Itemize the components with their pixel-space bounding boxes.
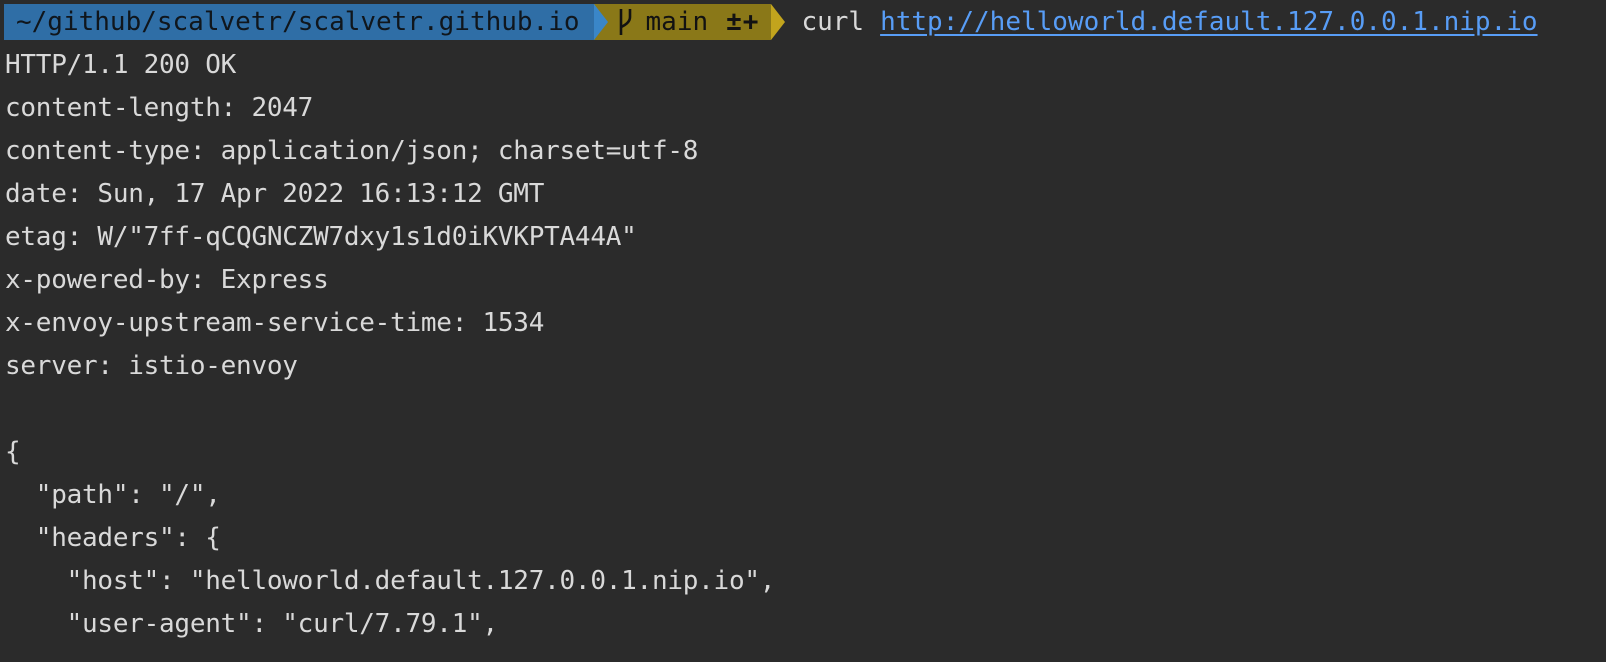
segment-separator-arrow bbox=[771, 4, 786, 40]
command-name: curl bbox=[801, 7, 865, 37]
git-status-flags: ±+ bbox=[726, 7, 760, 37]
shell-prompt: ~/github/scalvetr/scalvetr.github.io mai… bbox=[0, 0, 1606, 44]
output-line: HTTP/1.1 200 OK bbox=[5, 50, 237, 80]
output-line: date: Sun, 17 Apr 2022 16:13:12 GMT bbox=[5, 179, 545, 209]
prompt-directory-segment: ~/github/scalvetr/scalvetr.github.io bbox=[4, 4, 608, 40]
current-directory: ~/github/scalvetr/scalvetr.github.io bbox=[16, 7, 580, 37]
output-line: "user-agent": "curl/7.79.1", bbox=[5, 609, 499, 639]
output-line: etag: W/"7ff-qCQGNCZW7dxy1s1d0iKVKPTA44A… bbox=[5, 222, 637, 252]
output-line: x-envoy-upstream-service-time: 1534 bbox=[5, 308, 545, 338]
output-line: "path": "/", bbox=[5, 480, 221, 510]
output-line: "host": "helloworld.default.127.0.0.1.ni… bbox=[5, 566, 776, 596]
terminal-output: HTTP/1.1 200 OK content-length: 2047 conte… bbox=[5, 44, 775, 646]
output-line: content-length: 2047 bbox=[5, 93, 314, 123]
prompt-git-segment: main ±+ bbox=[593, 4, 786, 40]
output-line: { bbox=[5, 437, 21, 467]
segment-separator-arrow bbox=[593, 4, 608, 40]
git-branch-icon bbox=[619, 9, 631, 35]
git-branch-name: main bbox=[645, 7, 709, 37]
output-line: content-type: application/json; charset=… bbox=[5, 136, 699, 166]
output-line: "headers": { bbox=[5, 523, 221, 553]
command-url-link[interactable]: http://helloworld.default.127.0.0.1.nip.… bbox=[880, 7, 1537, 37]
output-line: server: istio-envoy bbox=[5, 351, 298, 381]
output-line: x-powered-by: Express bbox=[5, 265, 329, 295]
